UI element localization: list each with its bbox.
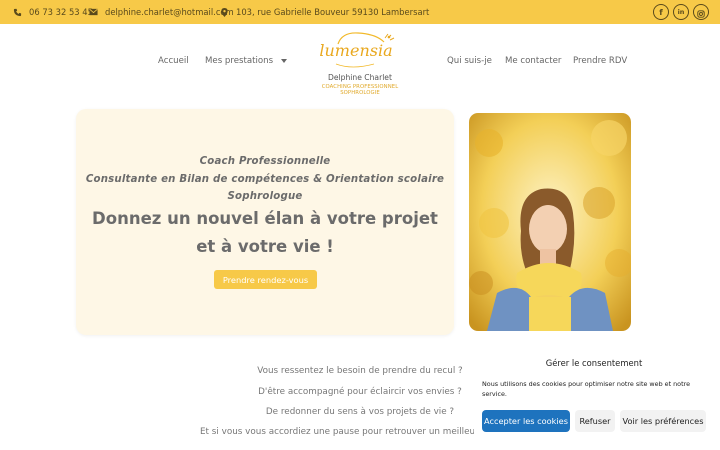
hero-title-line2: et à votre vie ! [196,237,334,256]
nav-home[interactable]: Accueil [158,56,189,66]
logo-name: Delphine Charlet [328,73,392,82]
phone-contact[interactable]: 06 73 32 53 45 [12,0,93,24]
nav-services[interactable]: Mes prestations [205,56,287,66]
phone-number: 06 73 32 53 45 [29,7,93,17]
caret-down-icon [280,56,287,66]
logo-subtitle-sophrologie: SOPHROLOGIE [340,90,380,96]
linkedin-link[interactable]: in [673,4,689,20]
consent-title: Gérer le consentement [545,358,643,368]
address-text: 103, rue Gabrielle Bouveur 59130 Lambers… [236,7,430,17]
consent-text: Nous utilisons des cookies pour optimise… [482,380,691,398]
lumensia-logo-mark: lumensia [319,32,395,68]
email-address: delphine.charlet@hotmail.com [105,7,234,17]
site-logo[interactable]: lumensia Delphine Charlet COACHING PROFE… [318,28,402,96]
hero-role-coach: Coach Professionnelle [199,156,331,167]
book-appointment-button[interactable]: Prendre rendez-vous [214,270,317,289]
intro-question-4: Et si vous vous accordiez une pause pour… [200,427,474,437]
refuse-cookies-button[interactable]: Refuser [575,410,615,432]
facebook-link[interactable]: f [653,4,669,20]
instagram-icon [697,3,705,22]
nav-about[interactable]: Qui suis-je [447,56,492,66]
logo-wordmark: lumensia [319,41,392,60]
nav-services-label: Mes prestations [205,56,274,66]
phone-icon [12,7,22,17]
instagram-link[interactable] [693,4,709,20]
hero-role-sophrologue: Sophrologue [227,191,303,202]
nav-contact[interactable]: Me contacter [505,56,561,66]
accept-cookies-button[interactable]: Accepter les cookies [482,410,570,432]
nav-booking[interactable]: Prendre RDV [573,56,627,66]
linkedin-icon: in [677,8,685,16]
view-preferences-button[interactable]: Voir les préférences [620,410,706,432]
hero-photo [469,113,631,331]
address-contact: 103, rue Gabrielle Bouveur 59130 Lambers… [219,0,429,24]
map-pin-icon [219,7,229,17]
envelope-icon [88,7,98,17]
hero-role-consultant: Consultante en Bilan de compétences & Or… [85,174,445,185]
facebook-icon: f [659,7,663,17]
email-contact[interactable]: delphine.charlet@hotmail.com [88,0,234,24]
hero-title-line1: Donnez un nouvel élan à votre projet [92,209,438,228]
